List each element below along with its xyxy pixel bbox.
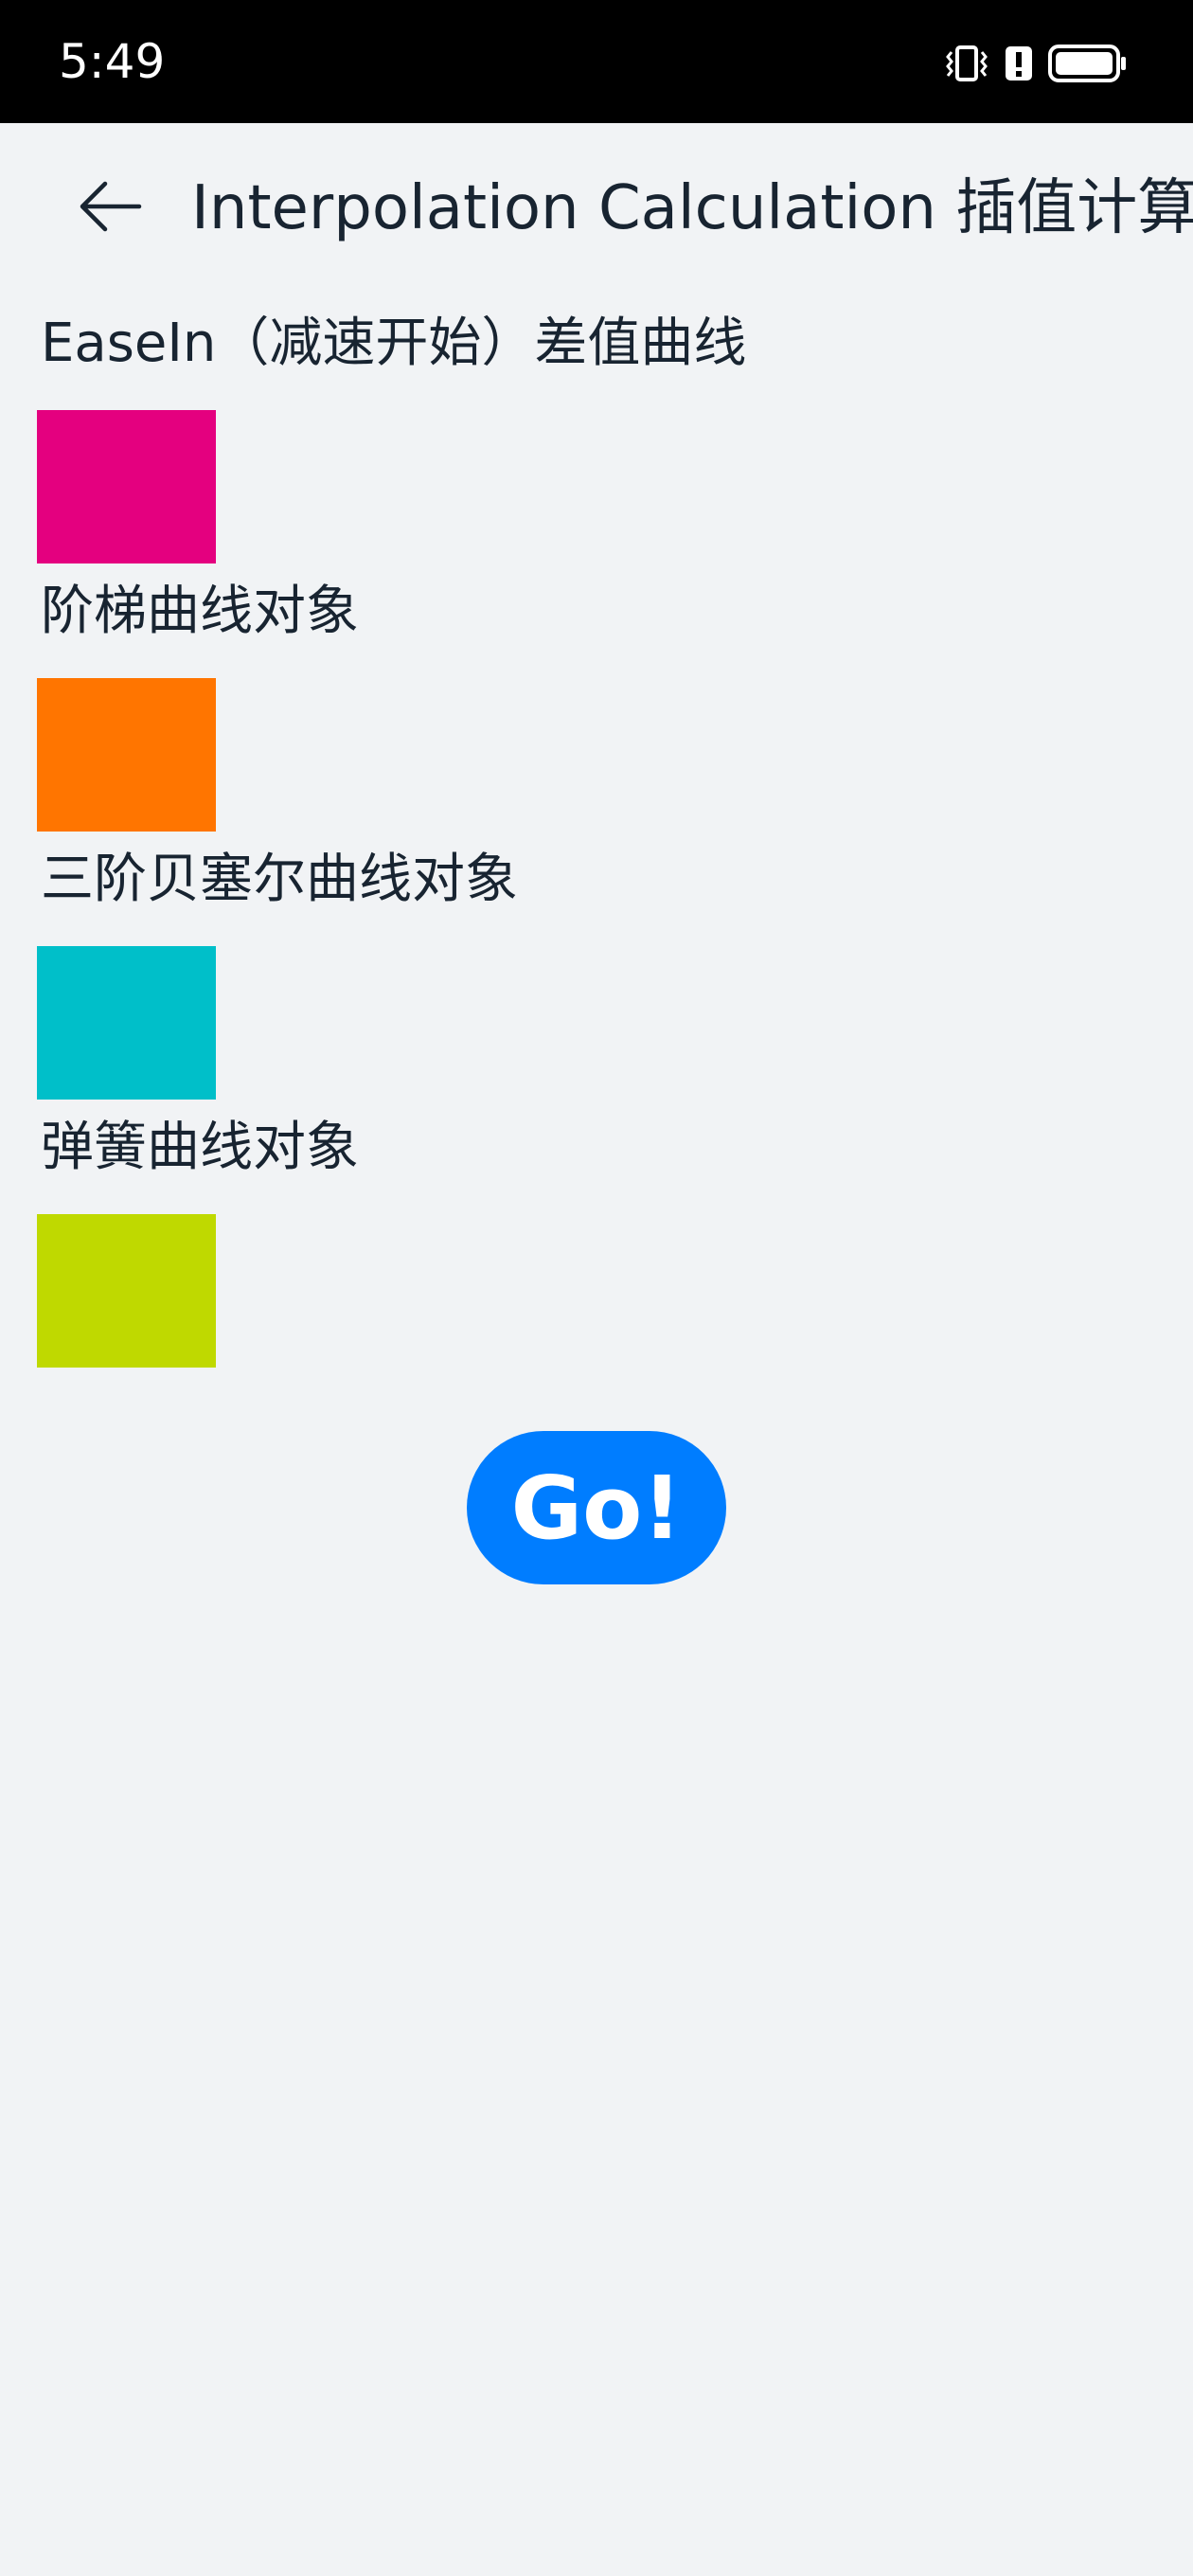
demo-box-spring bbox=[37, 1214, 216, 1368]
status-bar: 5:49 bbox=[0, 0, 1193, 123]
back-button[interactable] bbox=[72, 170, 148, 246]
app-header: Interpolation Calculation 插值计算 bbox=[0, 123, 1193, 294]
demo-box-ease-in bbox=[37, 410, 216, 564]
demo-label-ease-in: EaseIn（减速开始）差值曲线 bbox=[41, 313, 747, 374]
demo-label-cubic-bezier: 三阶贝塞尔曲线对象 bbox=[41, 849, 518, 910]
vibrate-icon bbox=[943, 45, 990, 86]
status-icons bbox=[943, 44, 1129, 87]
demo-label-spring: 弹簧曲线对象 bbox=[41, 1117, 359, 1178]
demo-label-steps: 阶梯曲线对象 bbox=[41, 581, 359, 642]
arrow-left-icon bbox=[77, 178, 143, 239]
page-title: Interpolation Calculation 插值计算 bbox=[191, 173, 1193, 243]
demo-box-steps bbox=[37, 678, 216, 832]
battery-icon bbox=[1047, 44, 1129, 87]
alert-icon bbox=[1004, 45, 1034, 86]
go-button[interactable]: Go! bbox=[467, 1431, 726, 1584]
status-time: 5:49 bbox=[59, 34, 166, 89]
demo-box-cubic-bezier bbox=[37, 946, 216, 1100]
